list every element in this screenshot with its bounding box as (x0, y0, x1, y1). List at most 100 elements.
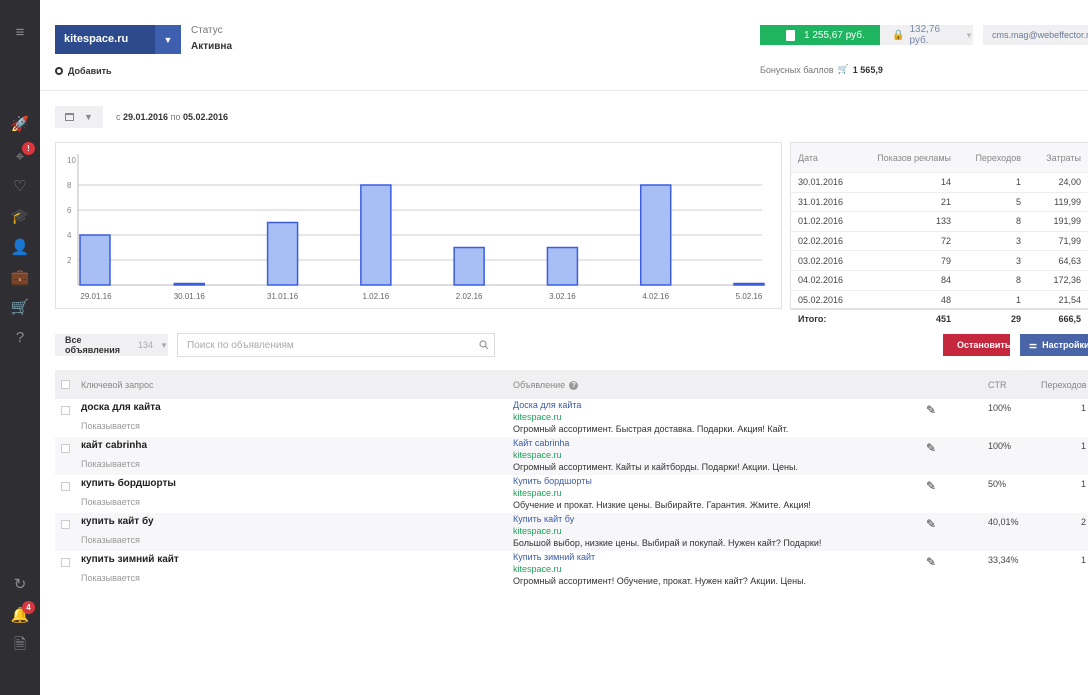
row-checkbox[interactable] (61, 482, 70, 491)
stats-header: Дата Показов рекламы Переходов Затраты (791, 143, 1088, 172)
ad-url[interactable]: kitespace.ru (513, 450, 562, 460)
chevron-down-icon: ▼ (965, 30, 973, 40)
hold-balance-button[interactable]: 🔒 132,76 руб. ▼ (880, 24, 973, 46)
ad-title-link[interactable]: Купить кайт бу (513, 514, 574, 524)
row-checkbox[interactable] (61, 520, 70, 529)
clicks-value: 1 (1081, 403, 1087, 413)
stats-total-shows: 451 (935, 314, 951, 325)
status-label: Статус (191, 25, 223, 36)
help-icon[interactable]: ? (0, 322, 40, 352)
graduation-icon[interactable]: 🎓 (0, 201, 40, 231)
table-row: доска для кайта Показывается Доска для кай… (55, 399, 1088, 437)
search-input[interactable] (187, 339, 474, 351)
notification-badge: 4 (22, 601, 35, 614)
ad-url[interactable]: kitespace.ru (513, 488, 562, 498)
ad-title-link[interactable]: Купить зимний кайт (513, 552, 595, 562)
header-ad: Объявление ? (513, 380, 579, 390)
rocket-icon[interactable]: 🚀 (0, 109, 40, 139)
search-icon[interactable] (474, 340, 494, 350)
balance-button[interactable]: 1 255,67 руб. (760, 25, 880, 45)
edit-pencil-icon[interactable]: ✎ (926, 479, 936, 493)
edit-pencil-icon[interactable]: ✎ (926, 517, 936, 531)
x-tick-label: 31.01.16 (267, 292, 299, 301)
notification-badge: ! (22, 142, 35, 155)
stats-table: Дата Показов рекламы Переходов Затраты 3… (790, 142, 1088, 324)
stop-button[interactable]: Остановить (943, 334, 1010, 356)
ad-title-link[interactable]: Доска для кайта (513, 400, 581, 410)
row-checkbox[interactable] (61, 444, 70, 453)
stats-row: 02.02.2016 72 3 71,99 (791, 230, 1088, 251)
x-tick-label: 4.02.16 (642, 292, 669, 301)
stats-cost: 24,00 (1058, 177, 1081, 188)
date-picker-button[interactable]: ▼ (55, 106, 103, 128)
stats-shows: 84 (940, 275, 951, 286)
row-checkbox[interactable] (61, 558, 70, 567)
stats-cost: 64,63 (1058, 255, 1081, 266)
lock-icon: 🔒 (892, 29, 905, 41)
bar (266, 221, 299, 286)
bar (546, 246, 579, 286)
cart-icon[interactable]: 🛒 (0, 292, 40, 322)
x-tick-label: 29.01.16 (80, 292, 112, 301)
keyword-text: кайт cabrinha (81, 440, 148, 451)
bonus-info: Бонусных баллов 🛒 1 565,9 (760, 64, 883, 75)
x-tick-label: 3.02.16 (549, 292, 576, 301)
stats-row: 03.02.2016 79 3 64,63 (791, 250, 1088, 270)
briefcase-icon[interactable]: 💼 (0, 262, 40, 292)
ad-title-link[interactable]: Кайт cabrinha (513, 438, 569, 448)
ctr-value: 40,01% (988, 517, 1019, 527)
x-tick-label: 30.01.16 (174, 292, 206, 301)
sync-icon[interactable]: ↻ (0, 569, 40, 599)
settings-button[interactable]: ⚌ Настройки ▾ (1020, 334, 1088, 356)
row-checkbox[interactable] (61, 406, 70, 415)
all-ads-label: Все объявления (65, 335, 120, 355)
ads-search[interactable] (177, 333, 495, 357)
status-value: Активна (191, 41, 233, 52)
clicks-value: 1 (1081, 479, 1087, 489)
clicks-value: 2 (1081, 517, 1087, 527)
all-ads-filter[interactable]: Все объявления 134 ▼ (55, 334, 168, 356)
stats-date: 31.01.2016 (798, 196, 844, 207)
stats-clicks: 1 (1015, 177, 1021, 188)
keyword-text: доска для кайта (81, 402, 161, 413)
menu-icon[interactable]: ≡ (0, 17, 40, 47)
chevron-down-icon: ▼ (155, 25, 181, 54)
stats-clicks: 8 (1015, 275, 1021, 286)
bonus-label: Бонусных баллов (760, 64, 834, 75)
ctr-value: 100% (988, 403, 1012, 413)
bar (639, 184, 672, 286)
edit-pencil-icon[interactable]: ✎ (926, 403, 936, 417)
clicks-value: 1 (1081, 555, 1087, 565)
site-selector[interactable]: kitespace.ru ▼ (55, 25, 181, 54)
keyword-status: Показывается (81, 573, 140, 583)
edit-pencil-icon[interactable]: ✎ (926, 555, 936, 569)
add-site-link[interactable]: Добавить (55, 66, 112, 76)
user-icon[interactable]: 👤 (0, 232, 40, 262)
balance-value: 1 255,67 руб. (804, 29, 865, 41)
user-menu[interactable]: cms.mag@webeffector.ru ▼ (983, 25, 1088, 45)
ctr-value: 33,34% (988, 555, 1019, 565)
ad-title-link[interactable]: Купить бордшорты (513, 476, 592, 486)
ad-url[interactable]: kitespace.ru (513, 412, 562, 422)
stats-total-row: Итого: 451 29 666,5 (791, 309, 1088, 328)
clicks-value: 1 (1081, 441, 1087, 451)
stats-header-clicks: Переходов (975, 152, 1021, 163)
ad-url[interactable]: kitespace.ru (513, 564, 562, 574)
bonus-value: 1 565,9 (852, 64, 883, 75)
site-name: kitespace.ru (64, 33, 129, 45)
help-icon[interactable]: ? (569, 380, 579, 390)
date-from: 29.01.2016 (123, 112, 169, 122)
document-icon[interactable]: 🗎 (0, 631, 40, 661)
stats-cost: 119,99 (1054, 196, 1081, 207)
wallet-icon (786, 29, 795, 41)
heart-icon[interactable]: ♡ (0, 171, 40, 201)
all-ads-count: 134 (138, 340, 154, 350)
select-all-checkbox[interactable] (61, 380, 70, 389)
ad-text: Огромный ассортимент. Кайты и кайтборды.… (513, 462, 798, 472)
stats-date: 02.02.2016 (798, 236, 844, 247)
ad-url[interactable]: kitespace.ru (513, 526, 562, 536)
bar (453, 246, 485, 286)
stats-shows: 14 (940, 177, 951, 188)
y-tick-label: 10 (67, 156, 76, 165)
edit-pencil-icon[interactable]: ✎ (926, 441, 936, 455)
